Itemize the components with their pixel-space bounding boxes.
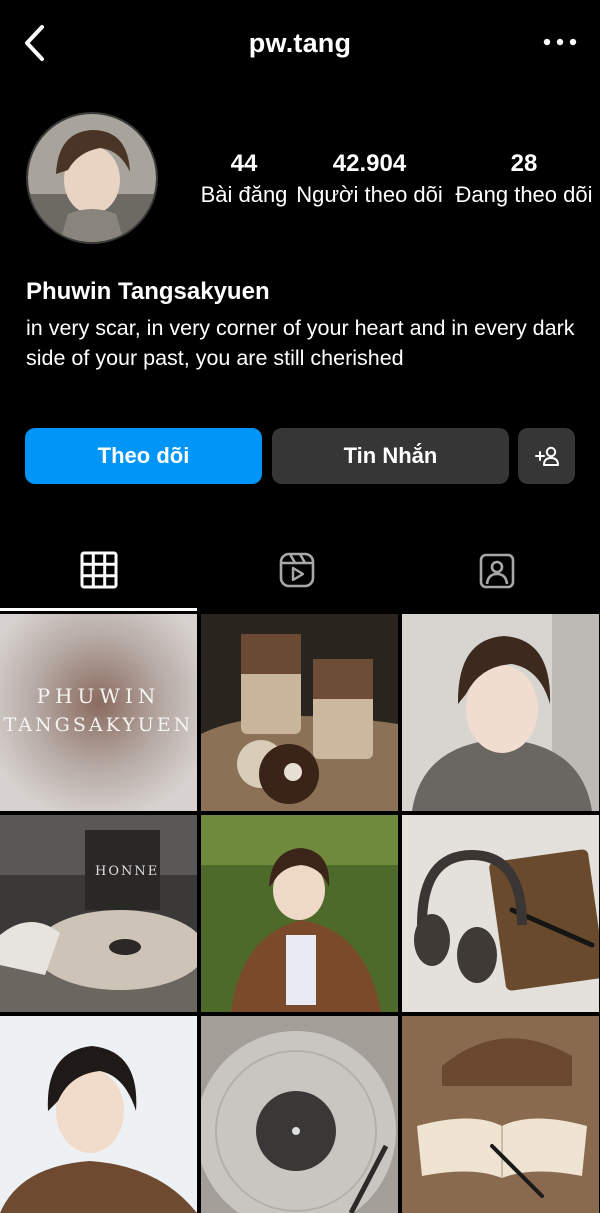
profile-username: pw.tang (248, 28, 352, 58)
post-text-line1: PHUWIN (36, 684, 161, 708)
profile-bio: in very scar, in very corner of your hea… (26, 316, 575, 370)
post-thumbnail[interactable] (402, 815, 599, 1012)
post-image (201, 614, 398, 811)
profile-avatar[interactable] (26, 112, 158, 244)
posts-count: 44 (230, 150, 258, 177)
following-label: Đang theo dõi (455, 182, 593, 207)
more-options-button[interactable] (542, 28, 578, 56)
post-thumbnail[interactable] (201, 815, 398, 1012)
posts-label: Bài đăng (200, 182, 288, 207)
active-tab-indicator (0, 608, 197, 611)
album-text: HONNE (95, 864, 159, 879)
following-count: 28 (510, 150, 538, 177)
profile-tabs (0, 530, 600, 610)
followers-stat[interactable]: 42.904 Người theo dõi (291, 150, 448, 210)
post-thumbnail[interactable]: HONNE (0, 815, 197, 1012)
following-stat[interactable]: 28 Đang theo dõi (448, 150, 600, 210)
tab-tagged[interactable] (398, 530, 596, 610)
top-bar: pw.tang (0, 0, 600, 88)
followers-count: 42.904 (332, 150, 407, 177)
post-thumbnail[interactable] (201, 1016, 398, 1213)
post-image (0, 614, 197, 811)
follow-button[interactable]: Theo dõi (25, 428, 262, 484)
post-thumbnail[interactable]: PHUWIN TANGSAKYUEN (0, 614, 197, 811)
post-image (402, 815, 599, 1012)
post-thumbnail[interactable] (402, 1016, 599, 1213)
post-image (402, 614, 599, 811)
reels-icon (279, 552, 315, 588)
tagged-user-icon (479, 553, 515, 589)
grid-icon (80, 551, 118, 589)
post-thumbnail[interactable] (0, 1016, 197, 1213)
tab-reels[interactable] (198, 530, 396, 610)
followers-label: Người theo dõi (296, 182, 443, 207)
post-image (201, 815, 398, 1012)
add-person-icon (534, 446, 559, 466)
post-image (201, 1016, 398, 1213)
post-text-line2: TANGSAKYUEN (3, 714, 194, 736)
suggest-people-button[interactable] (518, 428, 575, 484)
profile-name: Phuwin Tangsakyuen (26, 278, 270, 305)
avatar-photo (28, 114, 156, 242)
message-button[interactable]: Tin Nhắn (272, 428, 509, 484)
post-image (0, 1016, 197, 1213)
posts-stat: 44 Bài đăng (198, 150, 290, 210)
post-thumbnail[interactable] (201, 614, 398, 811)
post-image (402, 1016, 599, 1213)
tab-posts[interactable] (0, 530, 198, 610)
post-image: HONNE (0, 815, 197, 1012)
more-horizontal-icon (543, 38, 577, 46)
post-thumbnail[interactable] (402, 614, 599, 811)
